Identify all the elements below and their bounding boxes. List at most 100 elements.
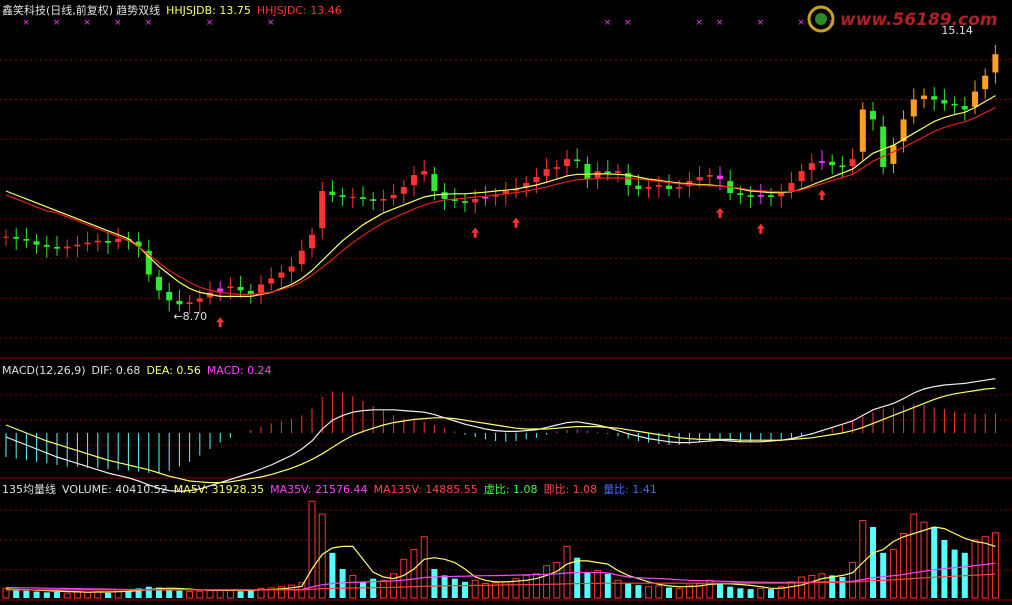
volume-bar <box>737 588 744 598</box>
candle-body <box>961 106 968 110</box>
chart-canvas[interactable]: ←8.7015.14 × × × × × × × × × × × × × × <box>0 0 1012 601</box>
candle-body <box>737 193 744 195</box>
candle-body <box>176 300 183 305</box>
volume-bar <box>206 590 214 599</box>
candle-body <box>186 302 193 305</box>
top-marker: × <box>797 18 805 28</box>
macd-value: MACD: 0.24 <box>206 364 272 377</box>
volume-bar <box>13 589 20 598</box>
volume-bar <box>747 589 754 598</box>
candle-body <box>33 241 40 245</box>
candle-body <box>339 195 346 197</box>
candle-body <box>166 291 173 301</box>
volume-bar <box>951 549 958 598</box>
ma35v-line <box>5 562 996 591</box>
candle-body <box>462 201 468 203</box>
volume-bar <box>105 592 111 598</box>
volume-bar <box>666 587 672 598</box>
top-marker: × <box>53 18 61 28</box>
dif-value: DIF: 0.68 <box>91 364 141 377</box>
volume-bar <box>931 527 938 598</box>
ma5v-value: MA5V: 31928.35 <box>173 483 265 496</box>
volume-bar <box>839 577 846 598</box>
volume-bar <box>186 591 194 599</box>
hhjsjdb-line <box>5 95 996 297</box>
top-marker: × <box>695 18 703 28</box>
buy-arrow-icon <box>818 189 826 200</box>
top-marker: × <box>145 18 153 28</box>
candle-body <box>747 195 754 197</box>
candle-body <box>696 177 703 181</box>
candle-body <box>533 177 540 183</box>
volume-bar <box>23 590 30 598</box>
candle-body <box>319 190 326 229</box>
candle-body <box>768 195 774 197</box>
volume-bar <box>818 573 826 599</box>
top-marker: × <box>624 18 632 28</box>
volume-bar <box>379 579 387 599</box>
volume-bar <box>900 532 908 599</box>
hhjsjdb-value: HHJSJDB: 13.75 <box>166 4 251 17</box>
candle-body <box>360 197 366 199</box>
volume-bar <box>808 574 816 599</box>
volume-bar <box>859 520 867 599</box>
candle-body <box>370 199 377 201</box>
volume-bar <box>655 585 663 599</box>
candle-body <box>431 174 438 191</box>
volume-bar <box>33 591 40 598</box>
volume-value: VOLUME: 40410.52 <box>62 483 168 496</box>
candle-body <box>666 185 672 189</box>
candle-body <box>757 194 764 197</box>
volume-bar <box>889 549 897 599</box>
volume-bar <box>910 513 918 599</box>
macd-title: MACD(12,26,9) <box>2 364 86 377</box>
candle-body <box>43 244 50 247</box>
volume-bar <box>768 589 774 598</box>
volume-bar <box>420 536 428 599</box>
candle-body <box>910 99 917 117</box>
candle-body <box>880 126 887 168</box>
macd-header: MACD(12,26,9) DIF: 0.68 DEA: 0.56 MACD: 0.2… <box>2 364 278 377</box>
volume-bar <box>880 552 887 598</box>
volume-bar <box>308 500 316 599</box>
volume-bar <box>584 572 591 598</box>
candle-body <box>717 175 723 180</box>
candle-body <box>890 145 897 164</box>
volume-bar <box>920 521 928 599</box>
price-header: 鑫笑科技(日线,前复权) 趋势双线 HHJSJDB: 13.75 HHJSJDC: 1… <box>2 4 348 17</box>
top-marker: × <box>114 18 122 28</box>
volume-bar <box>54 591 60 598</box>
candle-body <box>156 276 162 291</box>
volume-bar <box>43 592 50 598</box>
volume-bar <box>247 590 254 598</box>
candle-body <box>441 192 448 199</box>
volume-title: 135均量线 <box>2 483 56 496</box>
watermark-text: www.56189.com <box>840 10 998 30</box>
ma135v-value: MA135V: 14885.55 <box>373 483 478 496</box>
candle-body <box>972 91 978 107</box>
top-marker: × <box>604 18 612 28</box>
volume-bar <box>717 583 723 598</box>
candle-body <box>482 196 489 199</box>
buy-arrow-icon <box>756 223 765 234</box>
candle-body <box>921 95 927 99</box>
candle-body <box>615 171 621 173</box>
candle-body <box>298 250 305 265</box>
volume-bar <box>675 587 683 599</box>
top-marker: × <box>22 18 30 28</box>
volume-bar <box>94 591 102 599</box>
candle-body <box>84 242 91 245</box>
candle-body <box>217 288 224 292</box>
indicator-name: 趋势双线 <box>116 4 161 17</box>
candle-body <box>655 185 662 187</box>
candle-body <box>309 234 315 249</box>
candle-body <box>54 246 60 249</box>
volume-bar <box>196 590 204 599</box>
candle-body <box>421 171 428 175</box>
candle-body <box>13 237 20 239</box>
candle-body <box>839 165 846 168</box>
candle-body <box>64 246 71 249</box>
volume-bar <box>441 575 448 598</box>
candle-body <box>931 96 938 100</box>
buy-arrow-icon <box>716 207 724 218</box>
